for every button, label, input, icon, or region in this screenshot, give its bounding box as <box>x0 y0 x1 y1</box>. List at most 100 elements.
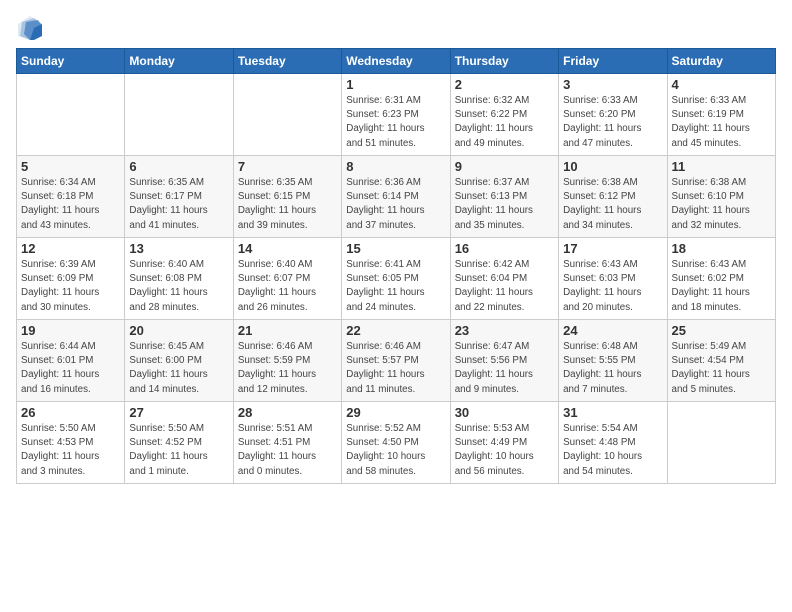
logo <box>16 14 46 42</box>
day-cell: 19 Sunrise: 6:44 AM Sunset: 6:01 PM Dayli… <box>17 320 125 402</box>
day-info: Sunrise: 5:51 AM Sunset: 4:51 PM Dayligh… <box>238 422 337 479</box>
weekday-header-row: SundayMondayTuesdayWednesdayThursdayFrid… <box>17 49 776 74</box>
day-info: Sunrise: 6:40 AM Sunset: 6:07 PM Dayligh… <box>238 258 337 315</box>
day-info: Sunrise: 6:31 AM Sunset: 6:23 PM Dayligh… <box>346 94 445 151</box>
day-number: 7 <box>238 159 337 174</box>
day-cell <box>667 402 775 484</box>
header <box>16 10 776 42</box>
logo-icon <box>16 14 44 42</box>
day-cell: 24Sunrise: 6:48 AM Sunset: 5:55 PM Dayli… <box>559 320 667 402</box>
day-cell: 22 Sunrise: 6:46 AM Sunset: 5:57 PM Dayli… <box>342 320 450 402</box>
day-number: 18 <box>672 241 771 256</box>
day-info: Sunrise: 6:44 AM Sunset: 6:01 PM Dayligh… <box>21 340 120 397</box>
day-number: 20 <box>129 323 228 338</box>
day-info: Sunrise: 5:49 AM Sunset: 4:54 PM Dayligh… <box>672 340 771 397</box>
day-info: Sunrise: 6:47 AM Sunset: 5:56 PM Dayligh… <box>455 340 554 397</box>
day-cell: 27 Sunrise: 5:50 AM Sunset: 4:52 PM Dayli… <box>125 402 233 484</box>
day-info: Sunrise: 6:38 AM Sunset: 6:12 PM Dayligh… <box>563 176 662 233</box>
weekday-header-friday: Friday <box>559 49 667 74</box>
day-number: 14 <box>238 241 337 256</box>
day-info: Sunrise: 6:43 AM Sunset: 6:03 PM Dayligh… <box>563 258 662 315</box>
day-info: Sunrise: 6:41 AM Sunset: 6:05 PM Dayligh… <box>346 258 445 315</box>
day-cell: 28 Sunrise: 5:51 AM Sunset: 4:51 PM Dayli… <box>233 402 341 484</box>
calendar-table: SundayMondayTuesdayWednesdayThursdayFrid… <box>16 48 776 484</box>
day-cell: 20 Sunrise: 6:45 AM Sunset: 6:00 PM Dayli… <box>125 320 233 402</box>
day-cell: 5Sunrise: 6:34 AM Sunset: 6:18 PM Daylig… <box>17 156 125 238</box>
day-number: 5 <box>21 159 120 174</box>
day-number: 19 <box>21 323 120 338</box>
day-number: 2 <box>455 77 554 92</box>
weekday-header-tuesday: Tuesday <box>233 49 341 74</box>
day-info: Sunrise: 6:35 AM Sunset: 6:17 PM Dayligh… <box>129 176 228 233</box>
day-info: Sunrise: 6:38 AM Sunset: 6:10 PM Dayligh… <box>672 176 771 233</box>
day-info: Sunrise: 6:37 AM Sunset: 6:13 PM Dayligh… <box>455 176 554 233</box>
day-info: Sunrise: 5:52 AM Sunset: 4:50 PM Dayligh… <box>346 422 445 479</box>
day-info: Sunrise: 6:39 AM Sunset: 6:09 PM Dayligh… <box>21 258 120 315</box>
day-info: Sunrise: 6:45 AM Sunset: 6:00 PM Dayligh… <box>129 340 228 397</box>
day-number: 26 <box>21 405 120 420</box>
day-cell: 30 Sunrise: 5:53 AM Sunset: 4:49 PM Dayli… <box>450 402 558 484</box>
day-cell: 29 Sunrise: 5:52 AM Sunset: 4:50 PM Dayli… <box>342 402 450 484</box>
day-cell: 14 Sunrise: 6:40 AM Sunset: 6:07 PM Dayli… <box>233 238 341 320</box>
week-row-2: 5Sunrise: 6:34 AM Sunset: 6:18 PM Daylig… <box>17 156 776 238</box>
day-number: 6 <box>129 159 228 174</box>
day-number: 22 <box>346 323 445 338</box>
weekday-header-monday: Monday <box>125 49 233 74</box>
day-number: 29 <box>346 405 445 420</box>
day-cell: 31 Sunrise: 5:54 AM Sunset: 4:48 PM Dayli… <box>559 402 667 484</box>
day-cell: 25Sunrise: 5:49 AM Sunset: 4:54 PM Dayli… <box>667 320 775 402</box>
day-info: Sunrise: 6:32 AM Sunset: 6:22 PM Dayligh… <box>455 94 554 151</box>
day-cell: 13Sunrise: 6:40 AM Sunset: 6:08 PM Dayli… <box>125 238 233 320</box>
day-info: Sunrise: 6:33 AM Sunset: 6:19 PM Dayligh… <box>672 94 771 151</box>
weekday-header-sunday: Sunday <box>17 49 125 74</box>
week-row-4: 19 Sunrise: 6:44 AM Sunset: 6:01 PM Dayli… <box>17 320 776 402</box>
week-row-1: 1Sunrise: 6:31 AM Sunset: 6:23 PM Daylig… <box>17 74 776 156</box>
day-cell: 4 Sunrise: 6:33 AM Sunset: 6:19 PM Daylig… <box>667 74 775 156</box>
day-cell <box>17 74 125 156</box>
day-number: 17 <box>563 241 662 256</box>
day-cell: 7 Sunrise: 6:35 AM Sunset: 6:15 PM Daylig… <box>233 156 341 238</box>
day-cell: 1Sunrise: 6:31 AM Sunset: 6:23 PM Daylig… <box>342 74 450 156</box>
day-info: Sunrise: 6:33 AM Sunset: 6:20 PM Dayligh… <box>563 94 662 151</box>
day-info: Sunrise: 6:42 AM Sunset: 6:04 PM Dayligh… <box>455 258 554 315</box>
day-cell <box>233 74 341 156</box>
day-info: Sunrise: 5:50 AM Sunset: 4:53 PM Dayligh… <box>21 422 120 479</box>
day-info: Sunrise: 6:35 AM Sunset: 6:15 PM Dayligh… <box>238 176 337 233</box>
day-cell: 23 Sunrise: 6:47 AM Sunset: 5:56 PM Dayli… <box>450 320 558 402</box>
day-info: Sunrise: 6:40 AM Sunset: 6:08 PM Dayligh… <box>129 258 228 315</box>
day-cell: 10Sunrise: 6:38 AM Sunset: 6:12 PM Dayli… <box>559 156 667 238</box>
day-cell: 17 Sunrise: 6:43 AM Sunset: 6:03 PM Dayli… <box>559 238 667 320</box>
page: SundayMondayTuesdayWednesdayThursdayFrid… <box>0 0 792 612</box>
day-cell: 6 Sunrise: 6:35 AM Sunset: 6:17 PM Daylig… <box>125 156 233 238</box>
day-cell: 2 Sunrise: 6:32 AM Sunset: 6:22 PM Daylig… <box>450 74 558 156</box>
day-number: 3 <box>563 77 662 92</box>
week-row-3: 12Sunrise: 6:39 AM Sunset: 6:09 PM Dayli… <box>17 238 776 320</box>
day-cell: 8 Sunrise: 6:36 AM Sunset: 6:14 PM Daylig… <box>342 156 450 238</box>
weekday-header-wednesday: Wednesday <box>342 49 450 74</box>
day-number: 15 <box>346 241 445 256</box>
day-info: Sunrise: 5:50 AM Sunset: 4:52 PM Dayligh… <box>129 422 228 479</box>
day-cell: 26 Sunrise: 5:50 AM Sunset: 4:53 PM Dayli… <box>17 402 125 484</box>
day-number: 27 <box>129 405 228 420</box>
day-cell: 18 Sunrise: 6:43 AM Sunset: 6:02 PM Dayli… <box>667 238 775 320</box>
day-number: 30 <box>455 405 554 420</box>
day-info: Sunrise: 5:53 AM Sunset: 4:49 PM Dayligh… <box>455 422 554 479</box>
day-cell: 21Sunrise: 6:46 AM Sunset: 5:59 PM Dayli… <box>233 320 341 402</box>
day-info: Sunrise: 6:36 AM Sunset: 6:14 PM Dayligh… <box>346 176 445 233</box>
day-number: 23 <box>455 323 554 338</box>
day-info: Sunrise: 6:46 AM Sunset: 5:57 PM Dayligh… <box>346 340 445 397</box>
weekday-header-saturday: Saturday <box>667 49 775 74</box>
day-number: 31 <box>563 405 662 420</box>
day-number: 21 <box>238 323 337 338</box>
day-number: 9 <box>455 159 554 174</box>
day-cell: 15 Sunrise: 6:41 AM Sunset: 6:05 PM Dayli… <box>342 238 450 320</box>
day-number: 4 <box>672 77 771 92</box>
day-cell: 3 Sunrise: 6:33 AM Sunset: 6:20 PM Daylig… <box>559 74 667 156</box>
day-info: Sunrise: 6:43 AM Sunset: 6:02 PM Dayligh… <box>672 258 771 315</box>
day-number: 8 <box>346 159 445 174</box>
day-number: 28 <box>238 405 337 420</box>
day-info: Sunrise: 6:48 AM Sunset: 5:55 PM Dayligh… <box>563 340 662 397</box>
day-cell: 12Sunrise: 6:39 AM Sunset: 6:09 PM Dayli… <box>17 238 125 320</box>
day-info: Sunrise: 5:54 AM Sunset: 4:48 PM Dayligh… <box>563 422 662 479</box>
day-cell: 11Sunrise: 6:38 AM Sunset: 6:10 PM Dayli… <box>667 156 775 238</box>
